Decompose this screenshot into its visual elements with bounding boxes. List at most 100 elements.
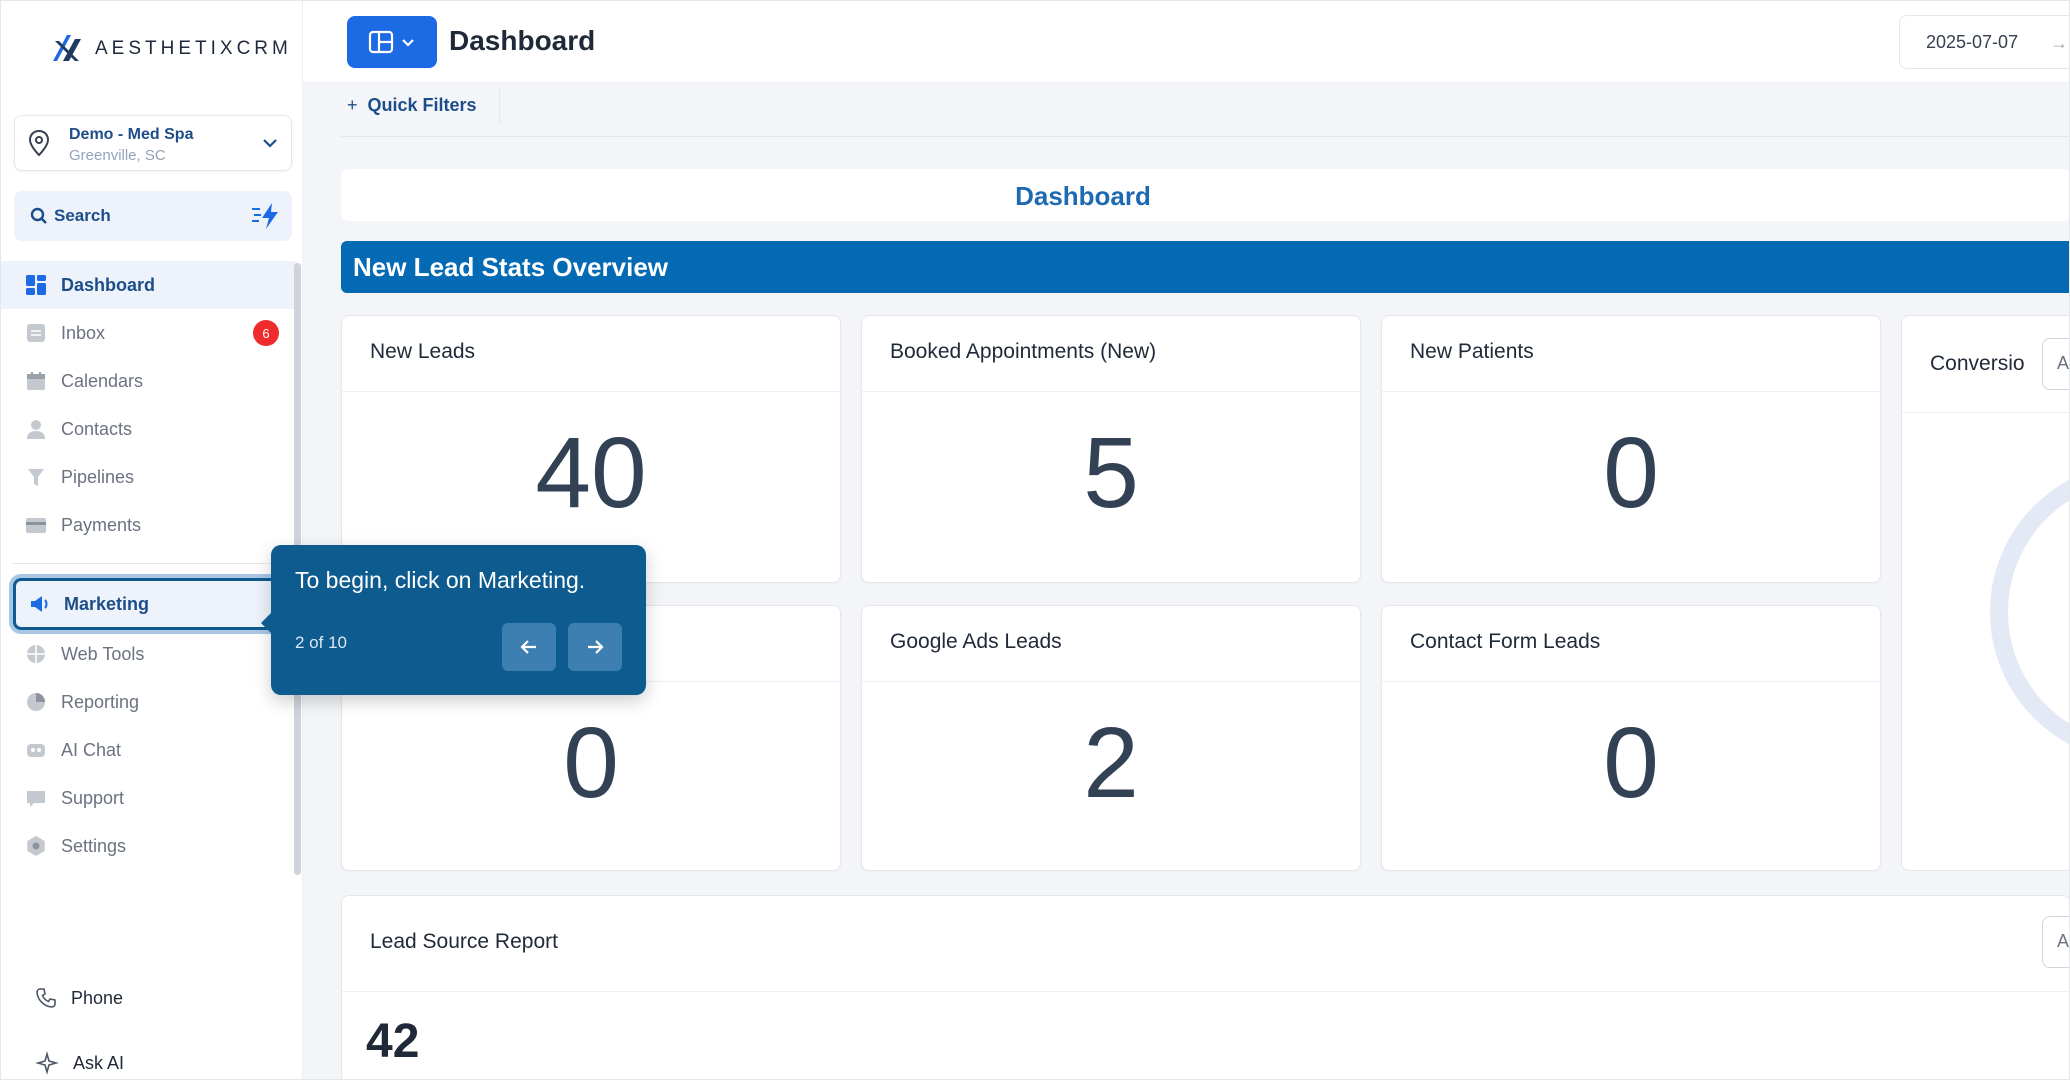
date-value: 2025-07-07: [1926, 32, 2019, 52]
gear-icon: [25, 835, 47, 857]
app-window: AESTHETIXCRM Demo - Med Spa Greenville, …: [0, 0, 2070, 1080]
card-value: 40: [535, 417, 647, 529]
dashboard-heading: Dashboard: [1015, 181, 1151, 211]
conversion-card[interactable]: Conversio A: [1901, 315, 2069, 871]
search-icon: [30, 207, 47, 224]
sidebar-item-label: Contacts: [61, 418, 133, 439]
card-title: Conversio: [1930, 352, 2025, 375]
search-label: Search: [54, 206, 111, 225]
stat-card-new-patients[interactable]: New Patients 0: [1381, 315, 1881, 583]
robot-icon: [25, 739, 47, 761]
inbox-icon: [25, 322, 47, 344]
chevron-down-icon: [263, 139, 277, 148]
chevron-down-icon: [402, 39, 414, 47]
location-city: Greenville, SC: [69, 147, 166, 164]
card-header: New Leads: [342, 316, 840, 392]
sidebar-item-inbox[interactable]: Inbox 6: [1, 309, 297, 357]
layout-switcher-button[interactable]: [347, 16, 437, 68]
conversion-donut-chart: [1990, 462, 2069, 762]
dashboard-header: Dashboard: [341, 169, 2069, 221]
location-pin-icon: [28, 129, 50, 157]
sidebar-nav: Dashboard Inbox 6 Calendars Contacts Pip…: [1, 261, 297, 870]
conversion-filter-select[interactable]: A: [2042, 338, 2069, 390]
sidebar-item-label: Marketing: [64, 593, 150, 614]
funnel-icon: [25, 466, 47, 488]
lightning-icon[interactable]: [250, 201, 282, 231]
report-filter-select[interactable]: A: [2042, 916, 2069, 968]
logo-text: AESTHETIXCRM: [95, 38, 292, 59]
lead-source-report-card[interactable]: Lead Source Report A 42: [341, 895, 2069, 1079]
card-header: New Patients: [1382, 316, 1880, 392]
card-header: Booked Appointments (New): [862, 316, 1360, 392]
sidebar-item-dashboard[interactable]: Dashboard: [1, 261, 297, 309]
section-banner: New Lead Stats Overview: [341, 241, 2069, 293]
section-title: New Lead Stats Overview: [353, 252, 669, 282]
sidebar-item-marketing[interactable]: Marketing: [13, 578, 283, 630]
page-title: Dashboard: [449, 25, 596, 56]
card-value: 0: [1603, 417, 1659, 529]
logo-mark-icon: [53, 35, 81, 61]
card-title: Google Ads Leads: [890, 630, 1062, 653]
walkthrough-tooltip: To begin, click on Marketing. 2 of 10: [261, 545, 646, 695]
brand-logo[interactable]: AESTHETIXCRM: [49, 31, 292, 67]
phone-icon: [36, 988, 56, 1008]
sidebar-item-label: Reporting: [61, 691, 140, 712]
card-title: New Leads: [370, 340, 476, 363]
phone-button[interactable]: Phone: [35, 987, 123, 1009]
sidebar-item-support[interactable]: Support: [1, 774, 297, 822]
globe-icon: [25, 643, 47, 665]
location-switcher[interactable]: Demo - Med Spa Greenville, SC: [14, 115, 292, 171]
card-header: Google Ads Leads: [862, 606, 1360, 682]
layout-icon: [368, 30, 394, 54]
plus-icon: +: [347, 95, 358, 115]
sidebar: AESTHETIXCRM Demo - Med Spa Greenville, …: [1, 1, 303, 1079]
sidebar-item-calendars[interactable]: Calendars: [1, 357, 297, 405]
filter-divider: [499, 89, 500, 125]
card-value: 0: [1603, 707, 1659, 819]
inbox-unread-badge: 6: [253, 320, 279, 346]
sidebar-item-web-tools[interactable]: Web Tools: [1, 630, 297, 678]
search-button[interactable]: Search: [14, 191, 292, 241]
ask-ai-label: Ask AI: [73, 1052, 125, 1073]
sidebar-item-settings[interactable]: Settings: [1, 822, 297, 870]
sidebar-item-pipelines[interactable]: Pipelines: [1, 453, 297, 501]
stat-card-booked-appointments[interactable]: Booked Appointments (New) 5: [861, 315, 1361, 583]
sidebar-item-label: Dashboard: [61, 274, 156, 295]
sidebar-item-label: AI Chat: [61, 739, 122, 760]
quick-filters-button[interactable]: + Quick Filters: [347, 95, 477, 116]
chat-icon: [25, 787, 47, 809]
phone-label: Phone: [71, 987, 124, 1008]
tooltip-previous-button[interactable]: [502, 623, 556, 671]
stat-card-new-leads[interactable]: New Leads 40: [341, 315, 841, 583]
sidebar-item-label: Pipelines: [61, 466, 135, 487]
sidebar-item-label: Web Tools: [61, 643, 145, 664]
pie-chart-icon: [25, 691, 47, 713]
card-title: Contact Form Leads: [1410, 630, 1601, 653]
stat-card-contact-form-leads[interactable]: Contact Form Leads 0: [1381, 605, 1881, 871]
card-header: Contact Form Leads: [1382, 606, 1880, 682]
person-icon: [25, 418, 47, 440]
sidebar-item-label: Calendars: [61, 370, 144, 391]
card-title: Lead Source Report: [370, 930, 558, 953]
tooltip-message: To begin, click on Marketing.: [295, 567, 586, 593]
arrow-right-icon: [588, 640, 604, 654]
date-range-picker[interactable]: 2025-07-07 →: [1899, 15, 2069, 69]
top-bar: Dashboard 2025-07-07 →: [303, 1, 2069, 83]
tooltip-next-button[interactable]: [568, 623, 622, 671]
card-title: Booked Appointments (New): [890, 340, 1157, 363]
sidebar-item-contacts[interactable]: Contacts: [1, 405, 297, 453]
sidebar-item-reporting[interactable]: Reporting: [1, 678, 297, 726]
location-name: Demo - Med Spa: [69, 126, 194, 143]
sidebar-divider: [13, 563, 285, 564]
card-icon: [25, 514, 47, 536]
sidebar-item-label: Inbox: [61, 322, 106, 343]
tooltip-pointer: [261, 613, 271, 633]
card-title: New Patients: [1410, 340, 1534, 363]
ask-ai-button[interactable]: Ask AI: [35, 1051, 124, 1075]
sidebar-item-payments[interactable]: Payments: [1, 501, 297, 549]
sidebar-item-ai-chat[interactable]: AI Chat: [1, 726, 297, 774]
calendar-icon: [25, 370, 47, 392]
card-value: 2: [1083, 707, 1139, 819]
dashboard-icon: [25, 274, 47, 296]
stat-card-google-ads-leads[interactable]: Google Ads Leads 2: [861, 605, 1361, 871]
